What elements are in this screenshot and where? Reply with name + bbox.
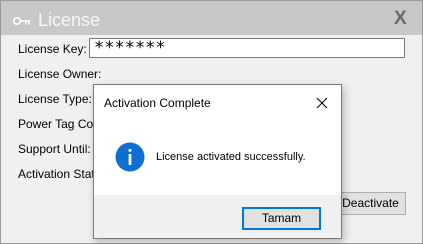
license-type-label: License Type: <box>18 92 92 106</box>
license-key-input[interactable]: ******* <box>89 38 405 58</box>
activation-state-label: Activation State <box>18 167 102 181</box>
support-until-label: Support Until: <box>18 142 91 156</box>
dialog-message: License activated successfully. <box>156 151 306 163</box>
dialog-footer: Tamam <box>94 195 341 238</box>
license-titlebar: License X <box>1 1 422 35</box>
close-button[interactable]: X <box>394 8 407 30</box>
key-icon <box>12 13 31 26</box>
license-owner-label: License Owner: <box>18 67 102 81</box>
close-icon[interactable] <box>316 96 328 109</box>
window-title: License <box>38 10 101 30</box>
ok-button[interactable]: Tamam <box>242 207 321 230</box>
info-icon <box>115 142 145 172</box>
dialog-title: Activation Complete <box>104 96 211 110</box>
activation-dialog: Activation Complete License activated su… <box>93 84 342 239</box>
deactivate-button[interactable]: Deactivate <box>335 192 406 215</box>
license-key-label: License Key: <box>18 42 87 56</box>
